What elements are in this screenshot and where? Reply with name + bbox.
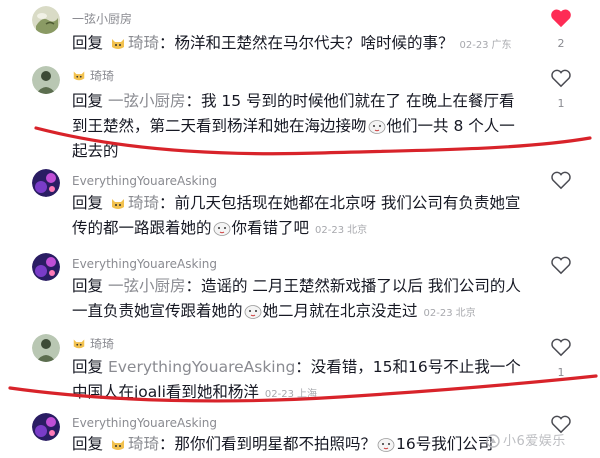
comment-username[interactable]: 琦琦 xyxy=(72,336,114,353)
cat-badge-icon xyxy=(110,34,126,50)
comment-body: 回复 琦琦：杨洋和王楚然在马尔代夫？啥时候的事？ 02-23 广东 xyxy=(72,31,532,58)
watermark: 小6爱娱乐 xyxy=(486,430,566,452)
mention-name[interactable]: 一弦小厨房 xyxy=(108,277,186,295)
emoji-icon xyxy=(213,219,231,236)
comment-date: 02-23 xyxy=(423,308,453,319)
heart-outline-icon xyxy=(551,69,571,88)
comment-text: ：杨洋和王楚然在马尔代夫？啥时候的事？ xyxy=(158,34,454,52)
comment-text: ：那你们看到明星都不拍照吗？ xyxy=(158,435,376,453)
comment-meta: 02-23 北京 xyxy=(424,308,476,319)
reply-label: 回复 xyxy=(72,34,104,52)
like-button[interactable]: 1 xyxy=(548,337,574,379)
reply-label: 回复 xyxy=(72,92,104,110)
comment-meta: 02-23 北京 xyxy=(315,225,367,236)
comment-screen: 一弦小厨房 回复 琦琦：杨洋和王楚然在马尔代夫？啥时候的事？ 02-23 广东 2 xyxy=(0,0,600,458)
mention-name[interactable]: EverythingYouareAsking xyxy=(108,358,295,376)
comment-username[interactable]: 一弦小厨房 xyxy=(72,12,132,26)
comment-location: 上海 xyxy=(296,389,317,400)
comment-body: 回复 EverythingYouareAsking：没看错，15和16号不止我一… xyxy=(72,355,536,407)
avatar[interactable] xyxy=(32,6,60,34)
comment-username[interactable]: EverythingYouareAsking xyxy=(72,257,217,271)
reply-label: 回复 xyxy=(72,194,104,212)
comment-text-continued: 16号我们公司的人还 xyxy=(395,435,492,453)
emoji-icon xyxy=(377,435,395,452)
comment-location: 北京 xyxy=(455,308,476,319)
comment-body: 回复 琦琦：那你们看到明星都不拍照吗？ 16号我们公司的人还 xyxy=(72,432,492,457)
like-count: 1 xyxy=(557,366,565,379)
emoji-icon xyxy=(244,302,262,319)
comment-username[interactable]: EverythingYouareAsking xyxy=(72,174,217,188)
mention-name[interactable]: 琦琦 xyxy=(128,34,159,52)
cat-badge-icon xyxy=(110,194,126,210)
comment-text-continued: 你看错了吧 xyxy=(231,219,310,237)
comment-meta: 02-23 广东 xyxy=(459,40,511,51)
reply-label: 回复 xyxy=(72,277,104,295)
comment-body: 回复 一弦小厨房：造谣的 二月王楚然新戏播了以后 我们公司的人一直负责她宣传跟着… xyxy=(72,274,534,326)
heart-outline-icon xyxy=(551,171,571,190)
comment-text-continued: 她二月就在北京没走过 xyxy=(262,302,418,320)
like-button[interactable] xyxy=(548,170,574,190)
avatar[interactable] xyxy=(32,169,60,197)
comment-body: 回复 琦琦：前几天包括现在她都在北京呀 我们公司有负责她宣传的都一路跟着她的 你看… xyxy=(72,191,528,243)
avatar[interactable] xyxy=(32,253,60,281)
like-count: 2 xyxy=(557,37,565,50)
mention-name[interactable]: 琦琦 xyxy=(128,194,159,212)
comment-username[interactable]: 琦琦 xyxy=(72,68,114,85)
heart-filled-icon xyxy=(551,9,571,28)
like-button[interactable]: 2 xyxy=(548,8,574,50)
comment-location: 广东 xyxy=(491,40,512,51)
emoji-icon xyxy=(368,117,386,134)
cat-badge-icon xyxy=(72,68,86,85)
like-button[interactable] xyxy=(548,255,574,275)
like-count: 1 xyxy=(557,97,565,110)
reply-label: 回复 xyxy=(72,358,104,376)
watermark-logo-icon xyxy=(486,434,500,452)
comment-date: 02-23 xyxy=(459,40,489,51)
reply-label: 回复 xyxy=(72,435,104,453)
mention-name[interactable]: 琦琦 xyxy=(128,435,159,453)
avatar[interactable] xyxy=(32,334,60,362)
watermark-text: 小6爱娱乐 xyxy=(503,434,566,449)
comment-body: 回复 一弦小厨房：我 15 号到的时候他们就在了 在晚上在餐厅看到王楚然，第二天… xyxy=(72,89,528,164)
comment-location: 北京 xyxy=(347,225,368,236)
avatar[interactable] xyxy=(32,66,60,94)
like-button[interactable]: 1 xyxy=(548,68,574,110)
comment-date: 02-23 xyxy=(264,389,294,400)
cat-badge-icon xyxy=(110,435,126,451)
comment-date: 02-23 xyxy=(315,225,345,236)
comment-meta: 02-23 上海 xyxy=(265,389,317,400)
heart-outline-icon xyxy=(551,338,571,357)
mention-name[interactable]: 一弦小厨房 xyxy=(108,92,186,110)
heart-outline-icon xyxy=(551,256,571,275)
comment-username[interactable]: EverythingYouareAsking xyxy=(72,416,217,430)
cat-badge-icon xyxy=(72,336,86,353)
avatar[interactable] xyxy=(32,413,60,441)
